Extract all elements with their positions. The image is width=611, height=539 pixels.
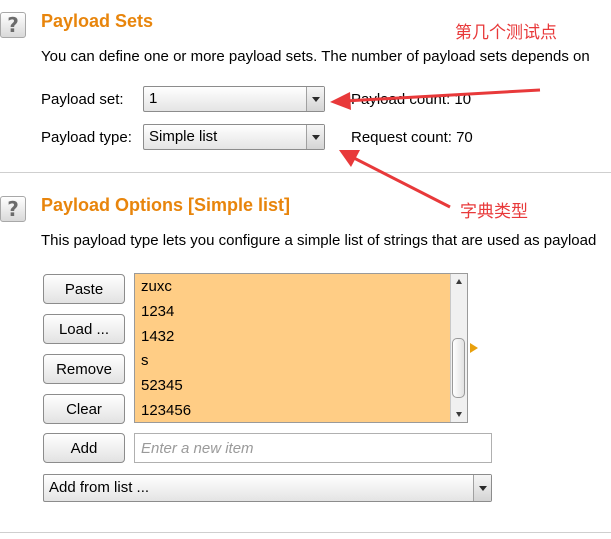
annotation-arrows	[330, 88, 541, 209]
annotation-arrow-line	[351, 155, 451, 209]
annotation-arrow-line	[344, 88, 541, 103]
annotation-arrow-head	[330, 92, 351, 110]
